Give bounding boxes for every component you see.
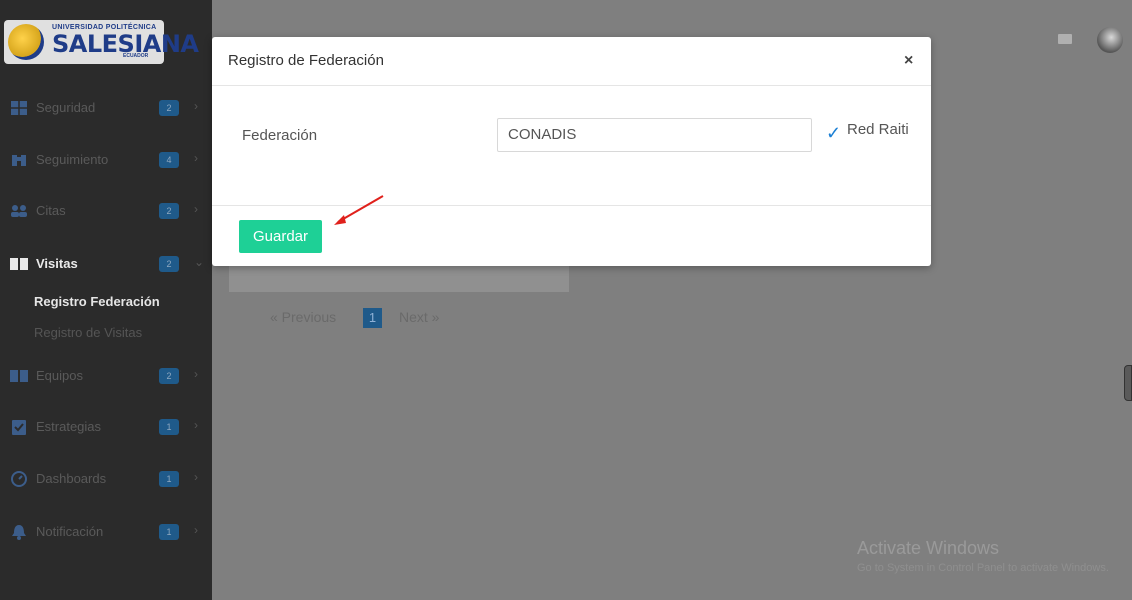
bell-icon xyxy=(10,524,28,540)
chevron-right-icon: › xyxy=(194,367,198,381)
logo-text-sub: ECUADOR xyxy=(123,53,149,59)
sidebar-item-badge: 2 xyxy=(159,100,179,116)
sidebar-item-notificacion[interactable]: Notificación 1 › xyxy=(0,512,212,552)
validation-text: Red Raiti xyxy=(847,121,909,138)
sidebar-item-label: Seguimiento xyxy=(36,152,109,167)
chevron-down-icon: ⌄ xyxy=(194,255,205,269)
chevron-right-icon: › xyxy=(194,523,198,537)
registro-federacion-modal: Registro de Federación × Federación CONA… xyxy=(212,37,931,266)
book-icon xyxy=(10,256,28,272)
grid-icon xyxy=(10,100,28,116)
sidebar-item-dashboards[interactable]: Dashboards 1 › xyxy=(0,459,212,499)
sidebar-item-badge: 2 xyxy=(159,368,179,384)
sidebar-item-label: Citas xyxy=(36,203,66,218)
sidebar-item-citas[interactable]: Citas 2 › xyxy=(0,191,212,231)
chevron-right-icon: › xyxy=(194,151,198,165)
checkmark-icon: ✓ xyxy=(826,123,842,143)
people-icon xyxy=(10,203,28,219)
sidebar-item-seguridad[interactable]: Seguridad 2 › xyxy=(0,88,212,128)
activate-windows-title: Activate Windows xyxy=(857,538,1000,558)
sidebar-item-visitas[interactable]: Visitas 2 ⌄ xyxy=(0,244,212,284)
sidebar-item-label: Dashboards xyxy=(36,471,107,486)
federacion-label: Federación xyxy=(242,127,318,144)
submenu-item-registro-visitas[interactable]: Registro de Visitas xyxy=(34,325,142,340)
clipboard-check-icon xyxy=(10,419,28,435)
pagination-next[interactable]: Next » xyxy=(399,309,439,325)
sidebar-item-label: Estrategias xyxy=(36,419,102,434)
modal-divider xyxy=(212,205,931,206)
scroll-handle[interactable] xyxy=(1124,365,1132,401)
chevron-right-icon: › xyxy=(194,418,198,432)
federacion-select[interactable]: CONADIS xyxy=(497,118,812,152)
avatar[interactable] xyxy=(1097,27,1123,53)
sidebar-item-label: Notificación xyxy=(36,524,104,539)
pagination-page[interactable]: 1 xyxy=(363,308,382,328)
sidebar-item-seguimiento[interactable]: Seguimiento 4 › xyxy=(0,140,212,180)
gauge-icon xyxy=(10,471,28,487)
chevron-right-icon: › xyxy=(194,470,198,484)
sidebar-item-badge: 2 xyxy=(159,256,179,272)
logo-area: UNIVERSIDAD POLITÉCNICA SALESIANA ECUADO… xyxy=(0,0,212,77)
modal-header: Registro de Federación × xyxy=(212,37,931,86)
sidebar-item-label: Seguridad xyxy=(36,100,96,115)
sidebar: UNIVERSIDAD POLITÉCNICA SALESIANA ECUADO… xyxy=(0,0,212,600)
sidebar-item-badge: 2 xyxy=(159,203,179,219)
save-button[interactable]: Guardar xyxy=(239,220,322,253)
binoculars-icon xyxy=(10,152,28,168)
annotation-arrow-icon xyxy=(334,195,384,225)
mail-icon[interactable] xyxy=(1058,34,1072,44)
logo-emblem-icon xyxy=(8,24,44,60)
sidebar-item-estrategias[interactable]: Estrategias 1 › xyxy=(0,407,212,447)
activate-windows-subtitle: Go to System in Control Panel to activat… xyxy=(857,562,1109,574)
chevron-right-icon: › xyxy=(194,202,198,216)
sidebar-item-label: Equipos xyxy=(36,368,83,383)
close-icon[interactable]: × xyxy=(904,52,913,70)
sidebar-item-label: Visitas xyxy=(36,256,78,271)
sidebar-item-badge: 1 xyxy=(159,524,179,540)
submenu-item-registro-federacion[interactable]: Registro Federación xyxy=(34,294,160,309)
sidebar-item-equipos[interactable]: Equipos 2 › xyxy=(0,356,212,396)
sidebar-item-badge: 4 xyxy=(159,152,179,168)
book-icon xyxy=(10,368,28,384)
pagination-previous[interactable]: « Previous xyxy=(270,309,336,325)
sidebar-item-badge: 1 xyxy=(159,419,179,435)
chevron-right-icon: › xyxy=(194,99,198,113)
modal-title: Registro de Federación xyxy=(228,52,384,69)
sidebar-item-badge: 1 xyxy=(159,471,179,487)
